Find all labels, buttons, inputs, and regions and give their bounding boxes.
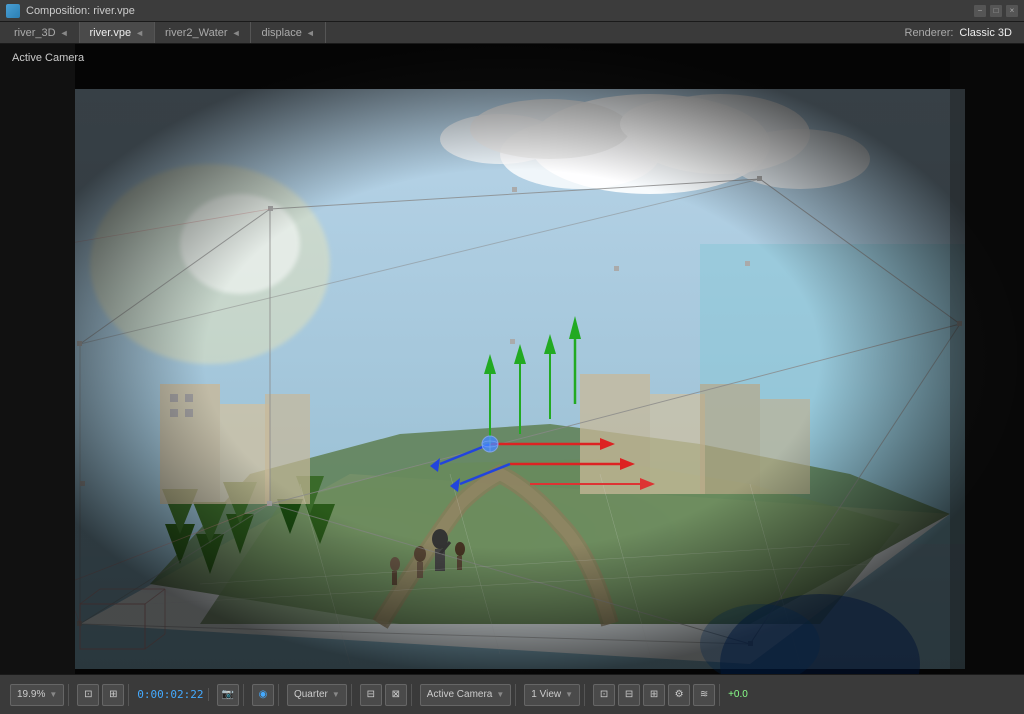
time-display[interactable]: 0:00:02:22	[137, 688, 203, 701]
window-controls: − □ ×	[974, 5, 1018, 17]
window-title: Composition: river.vpe	[26, 5, 974, 17]
time-group: 0:00:02:22	[133, 688, 208, 701]
view-mode-dropdown[interactable]: 1 View ▼	[524, 684, 580, 706]
safe-zones-btn[interactable]: ⊞	[102, 684, 124, 706]
tab-close-river-3d[interactable]: ◄	[60, 28, 69, 38]
transparent-btn[interactable]: ⊠	[385, 684, 407, 706]
close-btn[interactable]: ×	[1006, 5, 1018, 17]
maximize-btn[interactable]: □	[990, 5, 1002, 17]
tab-river-3d[interactable]: river_3D ◄	[4, 22, 80, 43]
active-camera-value: Active Camera	[427, 689, 493, 700]
extra-btns-group: ⊡ ⊟ ⊞ ⚙ ≋	[589, 684, 720, 706]
view-buttons-group: ⊡ ⊞	[73, 684, 129, 706]
color-group: ◉	[248, 684, 279, 706]
active-camera-label: Active Camera	[12, 52, 84, 64]
tab-close-displace[interactable]: ◄	[306, 28, 315, 38]
tab-bar: river_3D ◄ river.vpe ◄ river2_Water ◄ di…	[0, 22, 1024, 44]
tab-river2-water[interactable]: river2_Water ◄	[155, 22, 251, 43]
color-btn[interactable]: ◉	[252, 684, 274, 706]
quality-group: Quarter ▼	[283, 684, 352, 706]
active-camera-dropdown[interactable]: Active Camera ▼	[420, 684, 512, 706]
quality-arrow: ▼	[332, 690, 340, 699]
tab-displace[interactable]: displace ◄	[251, 22, 325, 43]
quality-dropdown[interactable]: Quarter ▼	[287, 684, 347, 706]
tab-close-river2-water[interactable]: ◄	[232, 28, 241, 38]
quality-value: Quarter	[294, 689, 328, 700]
resolutions-btn[interactable]: ⊞	[643, 684, 665, 706]
zoom-value: 19.9%	[17, 689, 45, 700]
active-camera-group: Active Camera ▼	[416, 684, 517, 706]
zoom-dropdown[interactable]: 19.9% ▼	[10, 684, 64, 706]
tab-river-vpe[interactable]: river.vpe ◄	[80, 22, 156, 43]
tab-close-river-vpe[interactable]: ◄	[135, 28, 144, 38]
render-btns-group: ⊟ ⊠	[356, 684, 412, 706]
view-mode-value: 1 View	[531, 689, 561, 700]
settings-btn[interactable]: ⚙	[668, 684, 690, 706]
minimize-btn[interactable]: −	[974, 5, 986, 17]
comp-snapshot-btn[interactable]: ⊡	[593, 684, 615, 706]
motion-blur-btn[interactable]: ≋	[693, 684, 715, 706]
color-icon: ◉	[259, 689, 268, 700]
bottom-toolbar: 19.9% ▼ ⊡ ⊞ 0:00:02:22 📷 ◉ Quarter ▼ ⊟ ⊠…	[0, 674, 1024, 714]
title-bar: Composition: river.vpe − □ ×	[0, 0, 1024, 22]
renderer-info: Renderer: Classic 3D	[905, 22, 1021, 43]
app-icon	[6, 4, 20, 18]
viewport: Active Camera	[0, 44, 1024, 674]
active-camera-arrow: ▼	[496, 690, 504, 699]
show-channel-btn[interactable]: ⊟	[618, 684, 640, 706]
view-mode-arrow: ▼	[565, 690, 573, 699]
fit-view-btn[interactable]: ⊡	[77, 684, 99, 706]
zoom-arrow: ▼	[49, 690, 57, 699]
render-region-btn[interactable]: ⊟	[360, 684, 382, 706]
scene-canvas	[0, 44, 1024, 674]
view-mode-group: 1 View ▼	[520, 684, 585, 706]
camera-btn[interactable]: 📷	[217, 684, 239, 706]
camera-group: 📷	[213, 684, 244, 706]
zoom-group: 19.9% ▼	[6, 684, 69, 706]
offset-group: +0.0	[724, 689, 752, 700]
offset-value: +0.0	[728, 689, 748, 700]
